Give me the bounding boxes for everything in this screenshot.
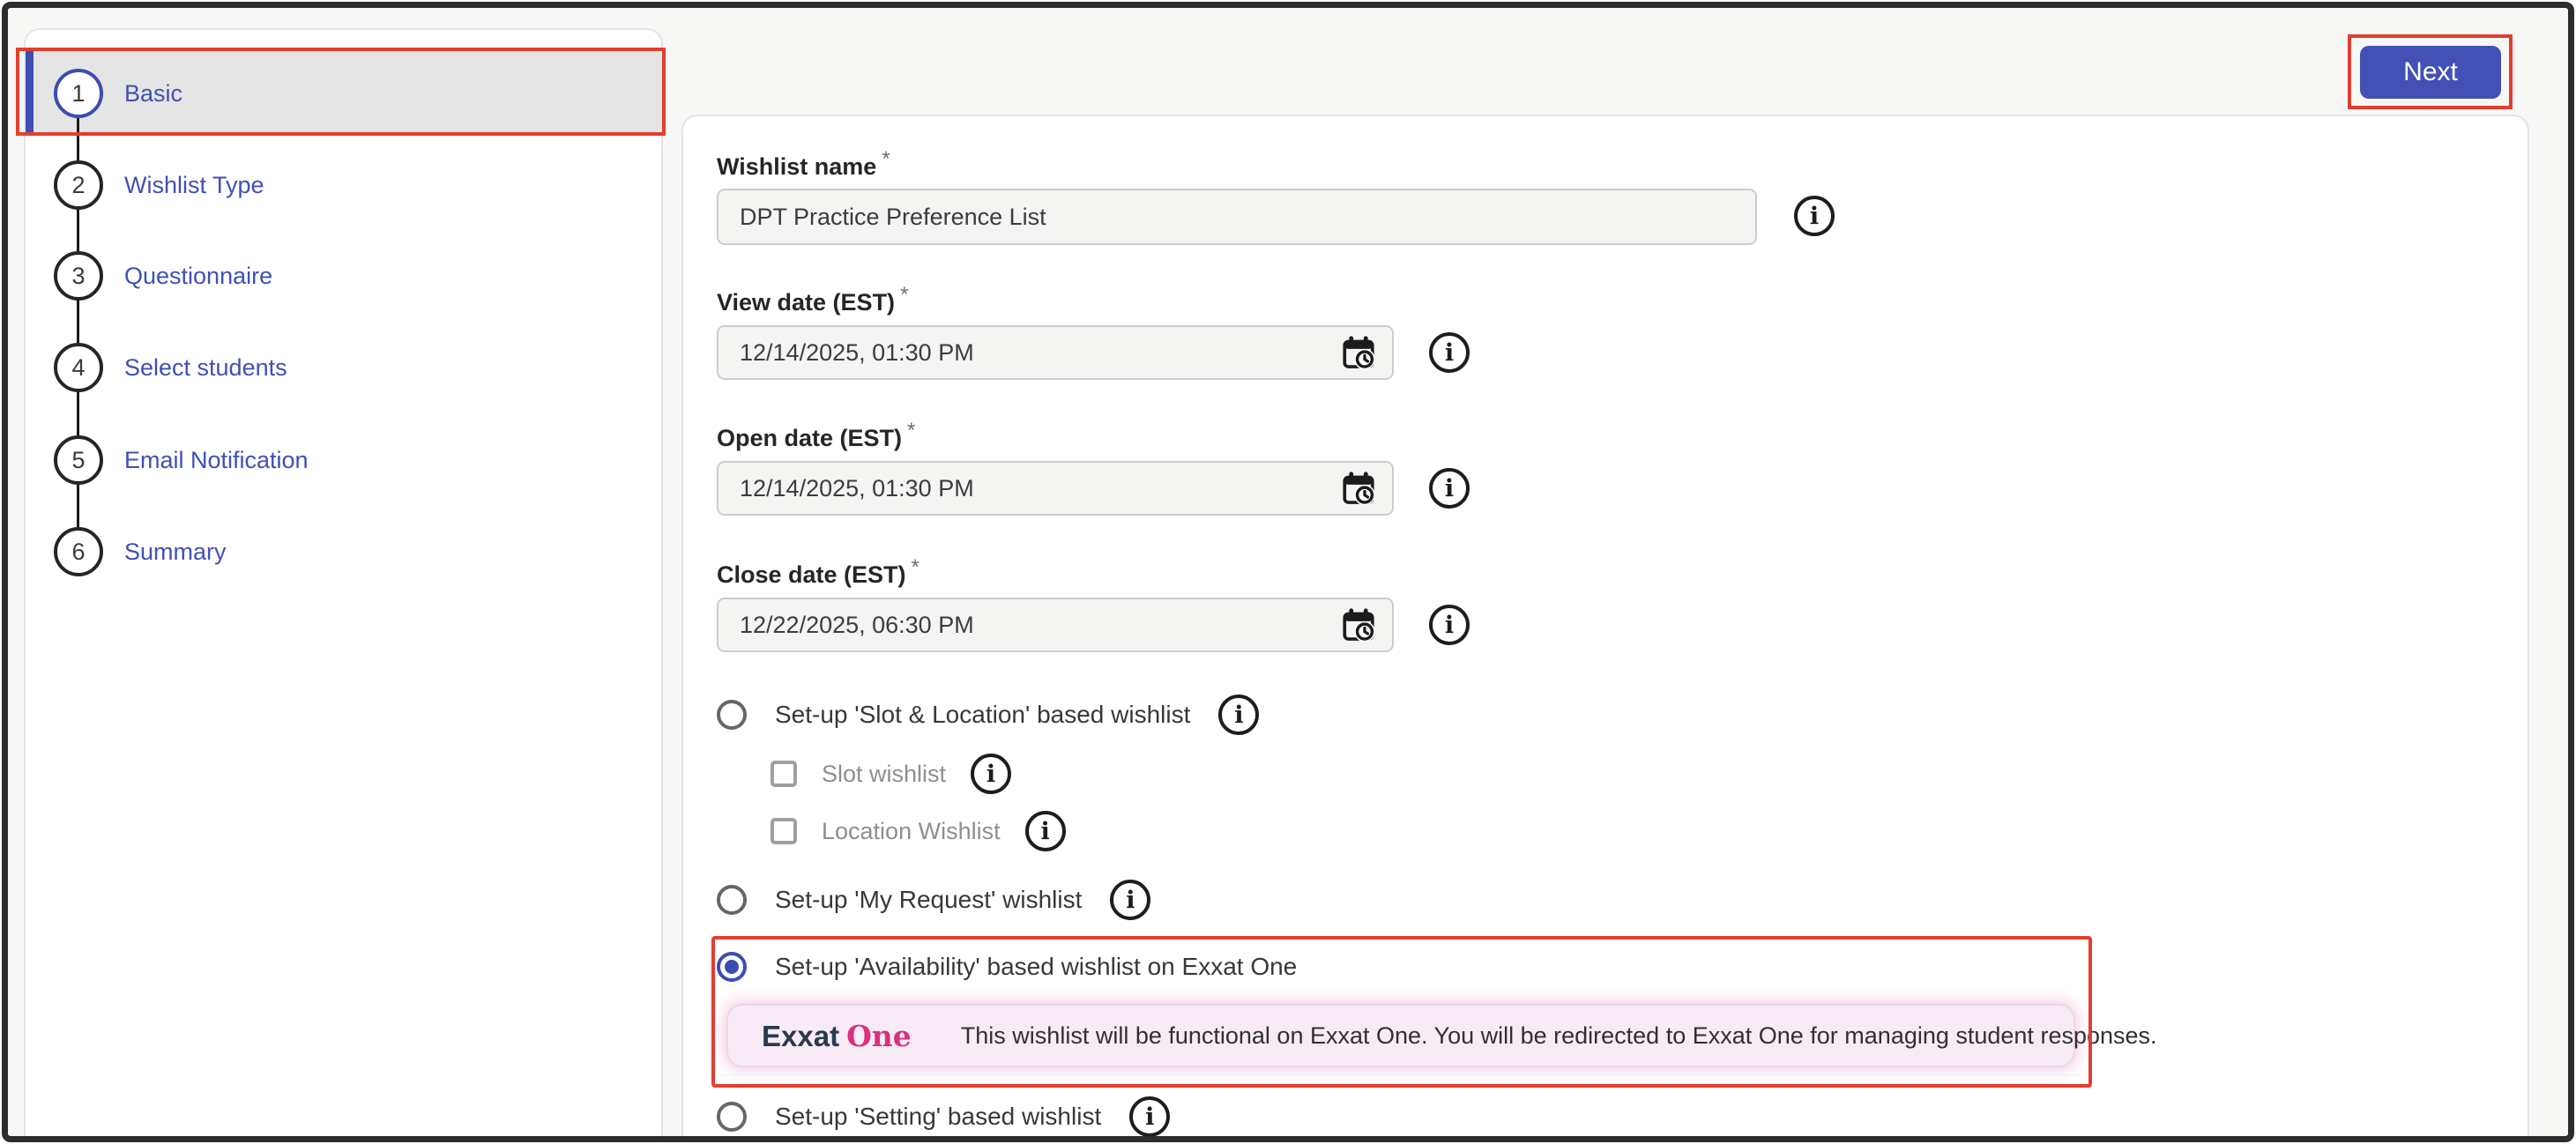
wishlist-name-info-icon[interactable]: i [1794,196,1835,236]
slot-wishlist-info-icon[interactable]: i [971,754,1011,794]
radio-availability-checked[interactable] [717,952,747,982]
option-slot-location-label: Set-up 'Slot & Location' based wishlist [775,701,1190,729]
checkbox-slot-wishlist[interactable] [771,761,797,787]
view-date-input[interactable]: 12/14/2025, 01:30 PM [717,325,1394,380]
option-setting-label: Set-up 'Setting' based wishlist [775,1103,1101,1131]
step-label: Questionnaire [124,263,272,290]
close-date-info-icon[interactable]: i [1429,605,1470,645]
option-my-request-label: Set-up 'My Request' wishlist [775,886,1082,914]
required-asterisk: * [882,147,890,171]
step-number-badge: 3 [54,251,103,301]
open-date-label: Open date (EST)* [717,425,915,452]
one-logo-text: One [846,1019,912,1053]
step-number-badge: 6 [54,527,103,576]
required-asterisk: * [900,283,908,307]
app-window: 1 Basic 2 Wishlist Type 3 Questionnaire … [2,2,2574,1142]
step-label: Email Notification [124,447,309,474]
wishlist-name-input[interactable]: DPT Practice Preference List [717,189,1757,245]
checkbox-location-wishlist[interactable] [771,818,797,844]
step-label: Summary [124,539,227,566]
next-button[interactable]: Next [2360,46,2501,99]
option-availability[interactable]: Set-up 'Availability' based wishlist on … [717,946,1297,988]
step-label: Select students [124,354,287,382]
option-availability-label: Set-up 'Availability' based wishlist on … [775,953,1297,981]
stepper-item-basic[interactable]: 1 Basic [54,69,182,118]
exxat-one-banner-message: This wishlist will be functional on Exxa… [961,1022,2157,1050]
stepper-panel: 1 Basic 2 Wishlist Type 3 Questionnaire … [24,28,663,1142]
wishlist-name-value: DPT Practice Preference List [740,204,1046,231]
step-number-badge: 5 [54,435,103,485]
location-wishlist-info-icon[interactable]: i [1025,811,1066,851]
radio-my-request[interactable] [717,885,747,915]
stepper-item-email-notification[interactable]: 5 Email Notification [54,435,309,485]
step-number-badge: 4 [54,343,103,392]
radio-setting[interactable] [717,1102,747,1132]
open-date-label-text: Open date (EST) [717,425,902,451]
view-date-value: 12/14/2025, 01:30 PM [740,339,974,367]
view-date-label-text: View date (EST) [717,289,895,316]
calendar-clock-icon[interactable] [1339,606,1378,645]
exxat-logo-text: Exxat [762,1020,839,1052]
view-date-label: View date (EST)* [717,289,908,316]
open-date-value: 12/14/2025, 01:30 PM [740,475,974,502]
step-number-badge: 1 [54,69,103,118]
required-asterisk: * [912,555,919,579]
option-setting[interactable]: Set-up 'Setting' based wishlist i [717,1096,1170,1138]
exxat-one-logo: ExxatOne [762,1019,912,1053]
close-date-value: 12/22/2025, 06:30 PM [740,612,974,639]
wishlist-name-label: Wishlist name* [717,153,890,181]
option-location-wishlist[interactable]: Location Wishlist i [771,812,1066,851]
open-date-info-icon[interactable]: i [1429,468,1470,509]
open-date-input[interactable]: 12/14/2025, 01:30 PM [717,461,1394,516]
option-slot-location[interactable]: Set-up 'Slot & Location' based wishlist … [717,694,1259,736]
stepper-item-wishlist-type[interactable]: 2 Wishlist Type [54,160,264,210]
step-number-badge: 2 [54,160,103,210]
required-asterisk: * [907,419,915,442]
stepper-item-summary[interactable]: 6 Summary [54,527,227,576]
close-date-input[interactable]: 12/22/2025, 06:30 PM [717,598,1394,652]
wishlist-name-label-text: Wishlist name [717,153,876,180]
step-label: Wishlist Type [124,172,264,199]
view-date-info-icon[interactable]: i [1429,332,1470,373]
calendar-clock-icon[interactable] [1339,334,1378,373]
slot-wishlist-label: Slot wishlist [822,761,946,788]
stepper-item-select-students[interactable]: 4 Select students [54,343,287,392]
location-wishlist-label: Location Wishlist [822,818,1001,845]
slot-location-info-icon[interactable]: i [1218,695,1259,735]
my-request-info-icon[interactable]: i [1110,880,1150,920]
option-slot-wishlist[interactable]: Slot wishlist i [771,754,1011,793]
option-my-request[interactable]: Set-up 'My Request' wishlist i [717,879,1150,921]
calendar-clock-icon[interactable] [1339,470,1378,509]
basic-step-form-panel: Wishlist name* DPT Practice Preference L… [681,115,2529,1142]
radio-slot-location[interactable] [717,700,747,730]
step-label: Basic [124,80,182,108]
close-date-label: Close date (EST)* [717,561,919,589]
setting-info-icon[interactable]: i [1129,1096,1170,1137]
stepper-item-questionnaire[interactable]: 3 Questionnaire [54,251,272,301]
close-date-label-text: Close date (EST) [717,561,906,588]
exxat-one-banner: ExxatOne This wishlist will be functiona… [726,1004,2075,1067]
active-step-accent-bar [26,51,34,136]
